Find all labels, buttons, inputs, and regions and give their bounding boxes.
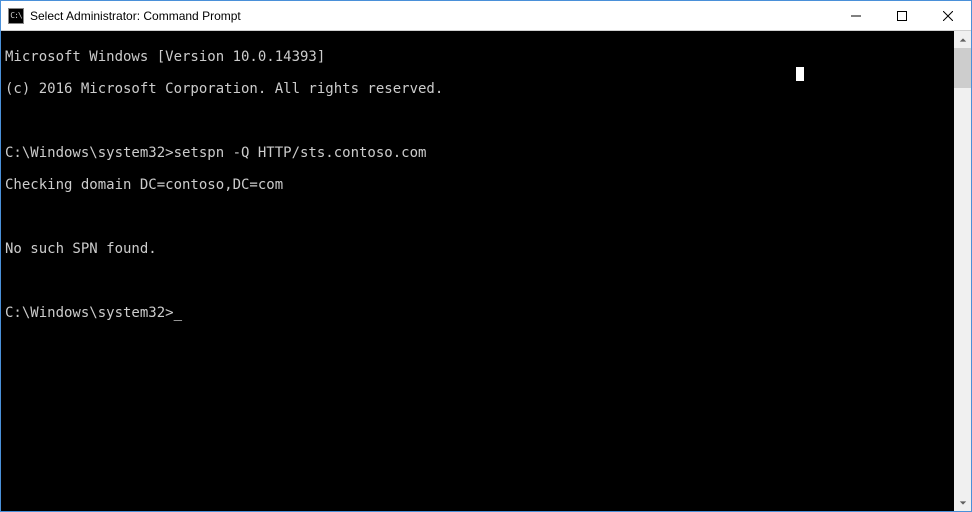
minimize-button[interactable] (833, 1, 879, 31)
terminal-line (5, 113, 950, 129)
terminal-line (5, 273, 950, 289)
close-icon (943, 11, 953, 21)
terminal-line: Checking domain DC=contoso,DC=com (5, 177, 950, 193)
close-button[interactable] (925, 1, 971, 31)
terminal-prompt: C:\Windows\system32> (5, 305, 174, 321)
terminal-line: (c) 2016 Microsoft Corporation. All righ… (5, 81, 950, 97)
text-cursor: _ (174, 305, 182, 321)
scroll-up-button[interactable] (954, 31, 971, 48)
terminal-line: Microsoft Windows [Version 10.0.14393] (5, 49, 950, 65)
scrollbar-track[interactable] (954, 48, 971, 494)
terminal-line: No such SPN found. (5, 241, 950, 257)
chevron-up-icon (959, 36, 967, 44)
scrollbar-thumb[interactable] (954, 48, 971, 88)
terminal-line (5, 209, 950, 225)
window-title: Select Administrator: Command Prompt (30, 9, 241, 23)
scroll-down-button[interactable] (954, 494, 971, 511)
vertical-scrollbar[interactable] (954, 31, 971, 511)
terminal-prompt-line: C:\Windows\system32>_ (5, 305, 950, 321)
command-prompt-window: C:\ Select Administrator: Command Prompt… (0, 0, 972, 512)
client-area: Microsoft Windows [Version 10.0.14393] (… (1, 31, 971, 511)
maximize-icon (897, 11, 907, 21)
terminal-output[interactable]: Microsoft Windows [Version 10.0.14393] (… (1, 31, 954, 511)
chevron-down-icon (959, 499, 967, 507)
titlebar[interactable]: C:\ Select Administrator: Command Prompt (1, 1, 971, 31)
minimize-icon (851, 11, 861, 21)
terminal-line: C:\Windows\system32>setspn -Q HTTP/sts.c… (5, 145, 950, 161)
maximize-button[interactable] (879, 1, 925, 31)
block-cursor (796, 67, 804, 81)
cmd-icon: C:\ (8, 8, 24, 24)
